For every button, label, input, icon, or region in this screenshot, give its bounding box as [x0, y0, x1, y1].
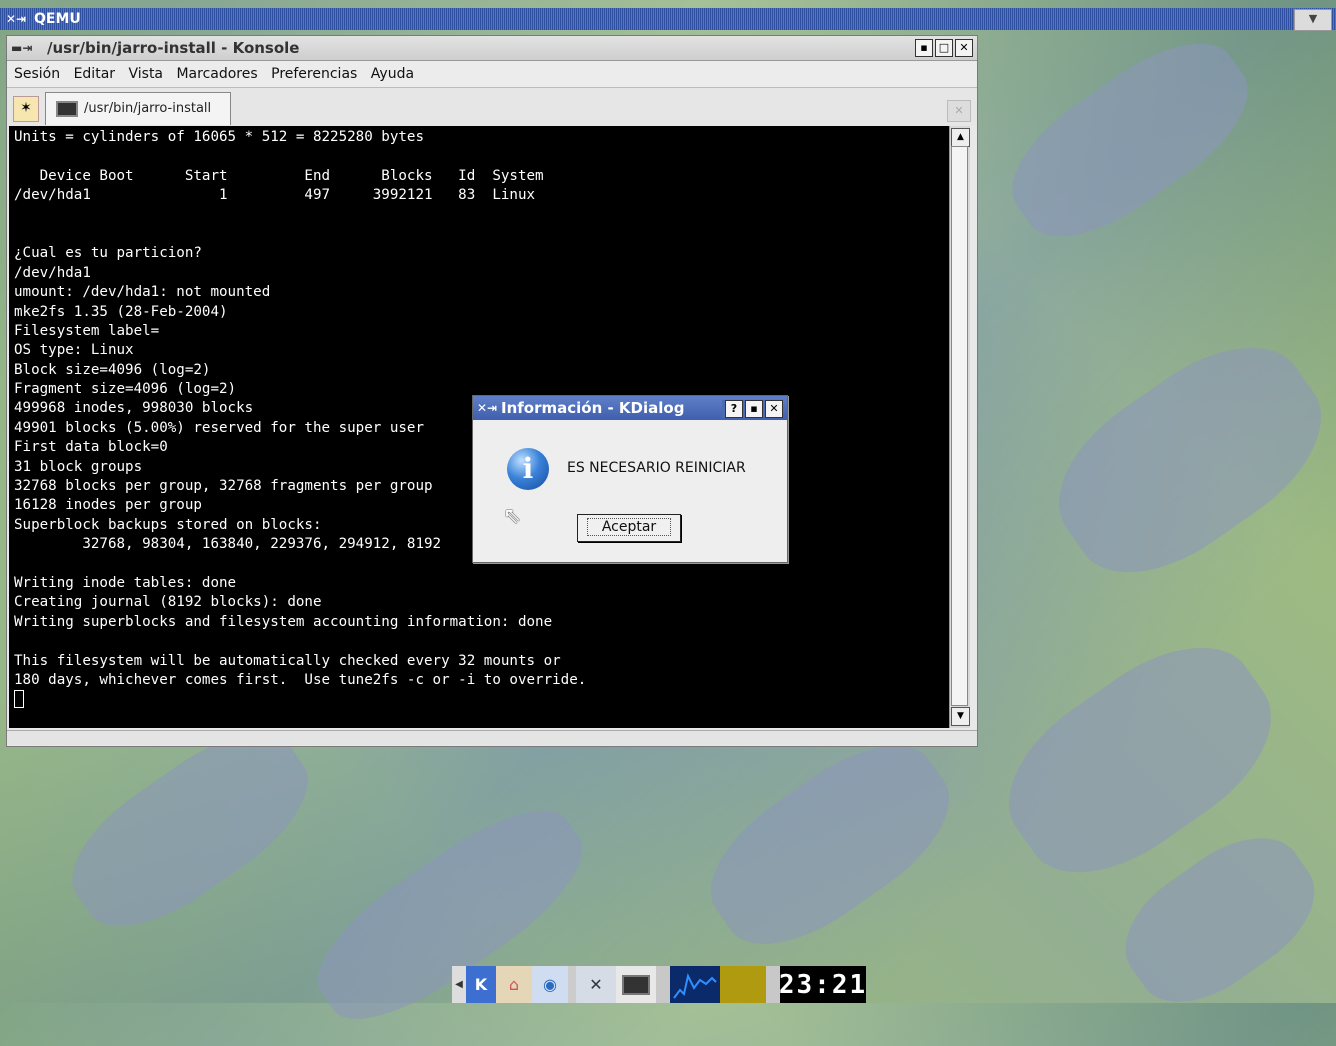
accept-button[interactable]: Aceptar [577, 514, 681, 542]
tab-label: /usr/bin/jarro-install [84, 101, 212, 116]
qemu-title-bar[interactable]: ✕⇥ QEMU ▼ [0, 8, 1336, 31]
dialog-title-bar[interactable]: ✕⇥ Información - KDialog ? ▪ ✕ [473, 396, 787, 420]
tab-jarro-install[interactable]: /usr/bin/jarro-install [45, 92, 231, 125]
close-button[interactable]: ✕ [765, 400, 783, 418]
tab-bar: ✶ /usr/bin/jarro-install ✕ [7, 88, 977, 126]
menu-bar: Sesión Editar Vista Marcadores Preferenc… [7, 61, 977, 88]
terminal-line: Writing superblocks and filesystem accou… [14, 613, 553, 630]
maximize-button[interactable]: ▪ [745, 400, 763, 418]
terminal-line: umount: /dev/hda1: not mounted [14, 284, 271, 301]
x-icon: ✕⇥ [6, 12, 27, 26]
close-session-icon[interactable]: ✕ [947, 100, 971, 122]
konsole-title: /usr/bin/jarro-install - Konsole [47, 39, 300, 57]
kde-menu-icon[interactable]: K [466, 966, 496, 1003]
info-dialog: ✕⇥ Información - KDialog ? ▪ ✕ i ES NECE… [472, 395, 788, 563]
terminal-line: Creating journal (8192 blocks): done [14, 594, 322, 611]
accept-button-label: Aceptar [586, 518, 672, 536]
x-icon[interactable]: ✕ [576, 966, 616, 1003]
terminal-line: 180 days, whichever comes first. Use tun… [14, 671, 587, 688]
terminal-line: Filesystem label= [14, 322, 160, 339]
terminal-icon: ▬⇥ [11, 41, 33, 55]
konsole-window: ▬⇥ /usr/bin/jarro-install - Konsole ▪ □ … [6, 35, 978, 747]
close-button[interactable]: ✕ [955, 39, 973, 57]
terminal-icon [56, 100, 78, 117]
menu-vista[interactable]: Vista [128, 66, 163, 82]
window-bottom-border [7, 730, 977, 745]
system-monitor-icon[interactable] [670, 966, 720, 1003]
qemu-title: QEMU [34, 11, 81, 27]
terminal-line: mke2fs 1.35 (28-Feb-2004) [14, 303, 228, 320]
information-icon: i [507, 448, 549, 490]
clock[interactable]: 23:21 [779, 966, 866, 1003]
panel-separator [656, 966, 670, 1003]
dialog-title: Información - KDialog [501, 399, 685, 417]
konsole-icon[interactable] [616, 966, 656, 1003]
qemu-menu-button[interactable]: ▼ [1294, 9, 1332, 31]
panel-separator [568, 966, 576, 1003]
vertical-scrollbar[interactable]: ▲ ▼ [949, 126, 970, 728]
load-monitor-icon[interactable] [720, 966, 766, 1003]
terminal-line: Device Boot Start End Blocks Id System [14, 167, 544, 184]
terminal-line: This filesystem will be automatically ch… [14, 652, 561, 669]
konsole-title-bar[interactable]: ▬⇥ /usr/bin/jarro-install - Konsole ▪ □ … [7, 36, 977, 61]
scroll-down-icon[interactable]: ▼ [951, 707, 970, 726]
terminal-line: ¿Cual es tu particion? [14, 245, 202, 262]
dialog-message: ES NECESARIO REINICIAR [567, 460, 746, 476]
terminal-cursor [14, 690, 24, 709]
menu-marcadores[interactable]: Marcadores [176, 66, 257, 82]
maximize-button[interactable]: □ [935, 39, 953, 57]
terminal-line: /dev/hda1 [14, 264, 91, 281]
menu-preferencias[interactable]: Preferencias [271, 66, 357, 82]
menu-sesion[interactable]: Sesión [14, 66, 60, 82]
panel-hide-icon[interactable]: ◀ [452, 966, 466, 1003]
menu-editar[interactable]: Editar [74, 66, 115, 82]
minimize-button[interactable]: ▪ [915, 39, 933, 57]
terminal-line: Block size=4096 (log=2) [14, 361, 211, 378]
new-session-icon[interactable]: ✶ [13, 96, 39, 122]
scroll-up-icon[interactable]: ▲ [951, 128, 970, 147]
terminal-line: OS type: Linux [14, 342, 134, 359]
mouse-pointer-icon: ⇖ [503, 504, 522, 529]
terminal-line: /dev/hda1 1 497 3992121 83 Linux [14, 187, 536, 204]
help-button[interactable]: ? [725, 400, 743, 418]
home-icon[interactable]: ⌂ [496, 966, 532, 1003]
terminal-line: Writing inode tables: done [14, 574, 237, 591]
terminal-line: Units = cylinders of 16065 * 512 = 82252… [14, 129, 424, 145]
scroll-thumb[interactable] [951, 146, 968, 706]
menu-ayuda[interactable]: Ayuda [371, 66, 414, 82]
x-icon: ✕⇥ [477, 401, 498, 415]
browser-icon[interactable]: ◉ [532, 966, 568, 1003]
taskbar: ◀ K ⌂ ◉ ✕ 23:21 [452, 966, 902, 1003]
